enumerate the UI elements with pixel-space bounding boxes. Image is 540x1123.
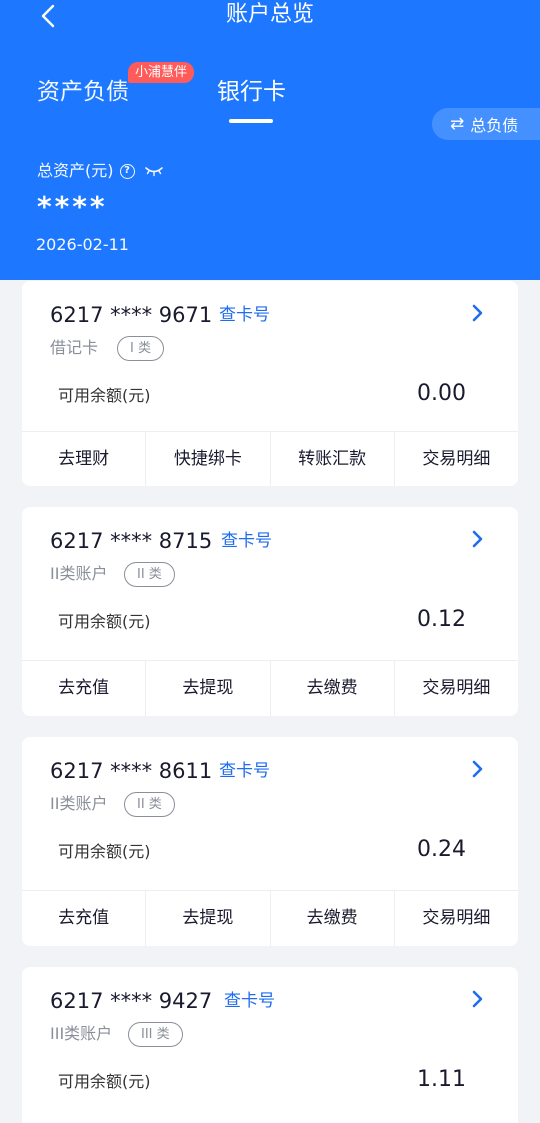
balance-value: 0.24 bbox=[417, 837, 466, 862]
balance-value: 1.11 bbox=[417, 1067, 466, 1092]
view-card-number-link[interactable]: 查卡号 bbox=[219, 759, 270, 783]
date-label: 2026-02-11 bbox=[36, 235, 129, 254]
bank-card-2: 6217 **** 8715 查卡号 II类账户 II 类 可用余额(元) 0.… bbox=[22, 507, 518, 716]
action-transactions-button[interactable]: 交易明细 bbox=[395, 432, 518, 486]
total-assets-label: 总资产(元) bbox=[37, 161, 114, 180]
tab-bank-card[interactable]: 银行卡 bbox=[217, 77, 286, 107]
switch-arrows-icon: ⇄ bbox=[450, 114, 465, 134]
account-class-pill: I 类 bbox=[117, 336, 164, 361]
promo-badge: 小浦慧伴 bbox=[128, 62, 195, 83]
action-wealth-button[interactable]: 去理财 bbox=[22, 432, 147, 486]
chevron-right-icon[interactable] bbox=[470, 303, 486, 323]
account-class-pill: III 类 bbox=[128, 1022, 183, 1047]
action-quick-bind-button[interactable]: 快捷绑卡 bbox=[146, 432, 271, 486]
bank-card-1: 6217 **** 9671 查卡号 借记卡 I 类 可用余额(元) 0.00 … bbox=[22, 281, 518, 486]
account-class-pill: II 类 bbox=[124, 562, 175, 587]
action-transactions-button[interactable]: 交易明细 bbox=[395, 891, 518, 946]
chevron-right-icon[interactable] bbox=[470, 989, 486, 1009]
card-type: III类账户 bbox=[50, 1024, 113, 1043]
page-title: 账户总览 bbox=[225, 2, 314, 27]
eye-closed-icon[interactable] bbox=[144, 165, 163, 177]
card-number: 6217 **** 8611 bbox=[50, 759, 213, 783]
view-card-number-link[interactable]: 查卡号 bbox=[219, 303, 270, 327]
card-number: 6217 **** 9427 bbox=[50, 989, 213, 1013]
bank-card-4: 6217 **** 9427 查卡号 III类账户 III 类 可用余额(元) … bbox=[22, 967, 518, 1123]
card-type: II类账户 bbox=[50, 564, 108, 583]
action-transfer-button[interactable]: 转账汇款 bbox=[271, 432, 395, 486]
total-assets-value: **** bbox=[37, 190, 108, 223]
card-actions: 去充值 去提现 去缴费 交易明细 bbox=[22, 890, 518, 946]
tab-active-indicator bbox=[229, 119, 273, 123]
tab-assets-liabilities[interactable]: 资产负债 bbox=[37, 77, 129, 107]
help-icon[interactable]: ? bbox=[119, 163, 135, 179]
chevron-right-icon[interactable] bbox=[470, 529, 486, 549]
action-withdraw-button[interactable]: 去提现 bbox=[146, 661, 271, 716]
header: 账户总览 资产负债 小浦慧伴 银行卡 ⇄ 总负债 总资产(元) ? **** 2… bbox=[0, 0, 540, 280]
card-actions: 去充值 去提现 去缴费 交易明细 bbox=[22, 660, 518, 716]
total-assets-row: 总资产(元) ? bbox=[37, 160, 163, 182]
action-pay-bills-button[interactable]: 去缴费 bbox=[271, 891, 395, 946]
chevron-right-icon[interactable] bbox=[470, 759, 486, 779]
view-card-number-link[interactable]: 查卡号 bbox=[221, 529, 272, 553]
card-number: 6217 **** 9671 bbox=[50, 303, 213, 327]
view-card-number-link[interactable]: 查卡号 bbox=[224, 989, 275, 1013]
balance-label: 可用余额(元) bbox=[58, 1072, 151, 1091]
balance-value: 0.12 bbox=[417, 607, 466, 632]
card-type: 借记卡 bbox=[50, 338, 99, 357]
action-top-up-button[interactable]: 去充值 bbox=[22, 891, 147, 946]
balance-label: 可用余额(元) bbox=[58, 842, 151, 861]
balance-label: 可用余额(元) bbox=[58, 386, 151, 405]
action-withdraw-button[interactable]: 去提现 bbox=[146, 891, 271, 946]
total-liabilities-button[interactable]: ⇄ 总负债 bbox=[432, 108, 540, 140]
card-type: II类账户 bbox=[50, 794, 108, 813]
card-actions: 去理财 快捷绑卡 转账汇款 交易明细 bbox=[22, 431, 518, 486]
card-number: 6217 **** 8715 bbox=[50, 529, 213, 553]
total-liabilities-label: 总负债 bbox=[470, 116, 519, 135]
action-transactions-button[interactable]: 交易明细 bbox=[395, 661, 518, 716]
bank-card-3: 6217 **** 8611 查卡号 II类账户 II 类 可用余额(元) 0.… bbox=[22, 737, 518, 946]
balance-value: 0.00 bbox=[417, 381, 466, 406]
action-pay-bills-button[interactable]: 去缴费 bbox=[271, 661, 395, 716]
balance-label: 可用余额(元) bbox=[58, 612, 151, 631]
action-top-up-button[interactable]: 去充值 bbox=[22, 661, 147, 716]
account-class-pill: II 类 bbox=[124, 792, 175, 817]
